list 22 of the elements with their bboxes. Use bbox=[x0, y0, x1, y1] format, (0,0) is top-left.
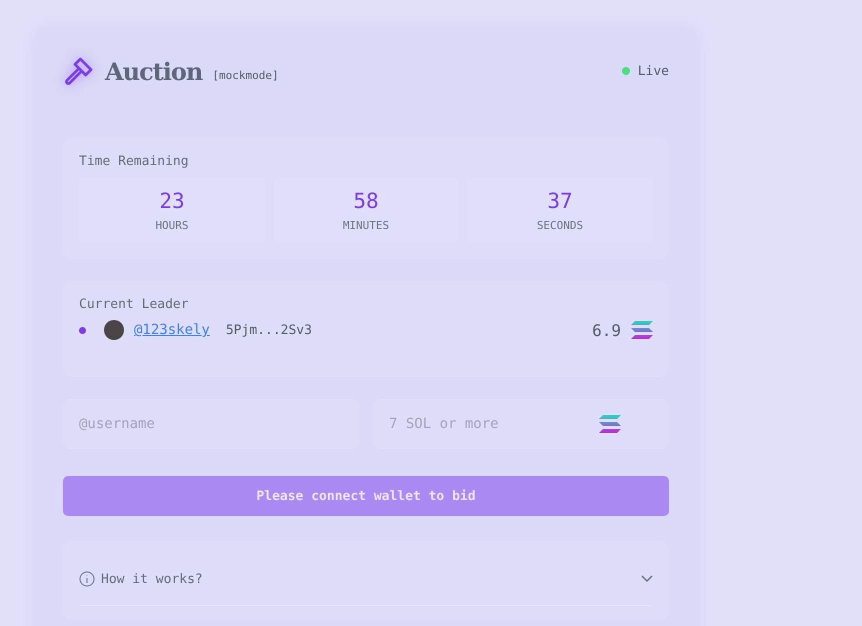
timer-title: Time Remaining bbox=[79, 154, 190, 169]
stripes-icon bbox=[631, 321, 653, 339]
wallet-address: 5Pjm...2Sv3 bbox=[226, 322, 312, 338]
username-link[interactable]: @123skely bbox=[134, 322, 210, 338]
info-icon bbox=[79, 571, 95, 587]
gavel-icon bbox=[63, 55, 95, 87]
avatar-placeholder bbox=[104, 320, 124, 340]
chevron-icon[interactable] bbox=[641, 575, 653, 583]
leader-title: Current Leader bbox=[79, 297, 190, 312]
countdown-unit: HOURS bbox=[155, 218, 189, 232]
countdown-unit: MINUTES bbox=[342, 218, 390, 232]
stripes-icon bbox=[599, 415, 621, 433]
countdown-value: 23 bbox=[159, 188, 185, 212]
countdown-value: 58 bbox=[353, 188, 379, 212]
status-label: Live bbox=[638, 64, 669, 78]
countdown-value: 37 bbox=[547, 188, 573, 212]
mode-label: [mockmode] bbox=[212, 68, 279, 82]
auction-title: Auction bbox=[105, 56, 202, 86]
countdown-unit: SECONDS bbox=[536, 218, 584, 232]
leader-dot bbox=[79, 326, 86, 334]
bid-amount: 6.9 bbox=[592, 320, 621, 340]
faq-question[interactable]: How it works? bbox=[101, 572, 203, 586]
